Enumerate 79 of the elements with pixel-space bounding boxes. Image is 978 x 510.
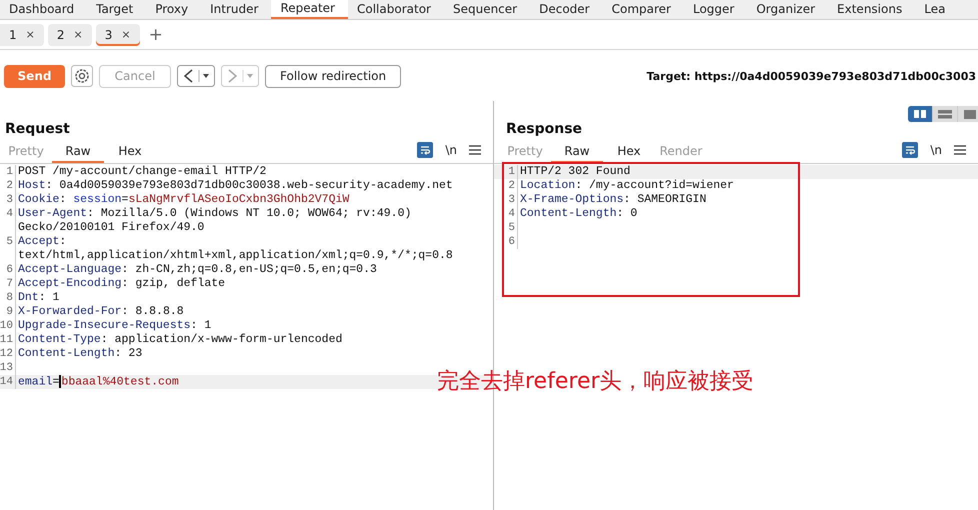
line-number: 6 [502,235,518,249]
line-number: 5 [502,221,518,235]
code-line: HTTP/2 302 Found [519,165,630,179]
code-line: Dnt: 1 [17,291,60,305]
line-number: 8 [0,291,16,305]
wrap-icon[interactable] [902,142,918,158]
line-number: 1 [502,165,518,179]
pane-title: Response [506,121,582,139]
tab[interactable]: Intruder [201,0,272,19]
line-number: 7 [0,277,16,291]
tab[interactable]: Collaborator [348,0,444,19]
code-line: Accept: [17,235,66,249]
line-number: 5 [0,235,16,249]
code-line: Cookie: session=sLaNgMrvflASeoIoCxbn3GhOhb2V7QiW [17,193,350,207]
code-line: text/html,application/xhtml+xml,application/xml;q=0.9,*/*;q=0.8 [17,249,453,263]
code-line: Content-Type: application/x-www-form-urlencoded [17,333,342,347]
tab[interactable]: Proxy [146,0,202,19]
code-line: Accept-Language: zh-CN,zh;q=0.8,en-US;q=0.5,en;q=0.3 [17,263,377,277]
code-line: Accept-Encoding: gzip, deflate [17,277,226,291]
view-tab[interactable]: Raw [551,142,603,163]
request-tab[interactable]: 2 × [48,24,92,46]
code-line: X-Frame-Options: SAMEORIGIN [519,193,706,207]
code-line: Host: 0a4d0059039e793e803d71db00c30038.web-security-academy.net [17,179,453,193]
add-tab-icon[interactable]: + [148,24,163,44]
back-dropdown-icon[interactable] [177,65,215,87]
code-line: User-Agent: Mozilla/5.0 (Windows NT 10.0; WOW64; rv:49.0) [17,207,412,221]
settings-icon[interactable] [71,65,93,87]
line-number: 10 [0,319,16,333]
single-layout-icon[interactable] [958,106,978,122]
line-number: 2 [502,179,518,193]
code-line: X-Forwarded-For: 8.8.8.8 [17,305,184,319]
view-tab[interactable]: Raw [52,142,104,163]
menu-icon[interactable] [954,144,966,154]
code-line: Content-Length: 23 [17,347,142,361]
request-tab[interactable]: 3 × [96,24,140,46]
code-line: Content-Length: 0 [519,207,638,221]
close-icon[interactable]: × [74,28,83,41]
code-line: Gecko/20100101 Firefox/49.0 [17,221,204,235]
code-line: Location: /my-account?id=wiener [519,179,734,193]
view-tab[interactable]: Hex [104,142,156,163]
tab[interactable]: Organizer [747,0,828,19]
close-icon[interactable]: × [121,28,131,41]
rows-layout-icon[interactable] [933,106,957,122]
tab[interactable]: Logger [684,0,748,19]
line-number: 2 [0,179,16,193]
tab[interactable]: Lea [915,0,958,19]
tab[interactable]: Sequencer [444,0,530,19]
target-url: Target: https://0a4d0059039e793e803d71db00c3003 [646,70,976,82]
tab[interactable]: Dashboard [0,0,88,19]
line-number: 1 [0,165,16,179]
pane-title: Request [5,121,70,139]
code-editor[interactable]: 1 HTTP/2 302 Found 2 Location: /my-account?id=wiener 3 X-Frame-Options: SAMEORIGIN 4 Content-Length: 0 5 6 [494,164,978,249]
tab[interactable]: Repeater [271,0,348,19]
tab[interactable]: Target [87,0,146,19]
line-number: 6 [0,263,16,277]
request-tab[interactable]: 1 × [0,24,44,46]
line-number: 14 [0,375,16,389]
line-number: 4 [502,207,518,221]
code-line: POST /my-account/change-email HTTP/2 [17,165,266,179]
line-number: 12 [0,347,16,361]
newline-toggle[interactable]: \n [930,142,942,156]
tab[interactable]: Decoder [530,0,603,19]
newline-toggle[interactable]: \n [445,142,457,156]
menu-icon[interactable] [469,144,481,154]
tab[interactable]: Comparer [602,0,684,19]
line-number: 3 [502,193,518,207]
code-line: email= bbaaal%40test.com [17,375,179,389]
line-number: 4 [0,207,16,221]
follow-redirection-button[interactable]: Follow redirection [265,64,402,88]
line-number: 11 [0,333,16,347]
code-line: Upgrade-Insecure-Requests: 1 [17,319,212,333]
wrap-icon[interactable] [417,142,434,158]
annotation-text: 完全去掉referer头，响应被接受 [437,368,754,396]
line-number: 3 [0,193,16,207]
tab[interactable]: Extensions [828,0,916,19]
line-number: 9 [0,305,16,319]
view-tab[interactable]: Hex [603,142,655,163]
close-icon[interactable]: × [26,28,35,41]
columns-layout-icon[interactable] [908,106,932,122]
